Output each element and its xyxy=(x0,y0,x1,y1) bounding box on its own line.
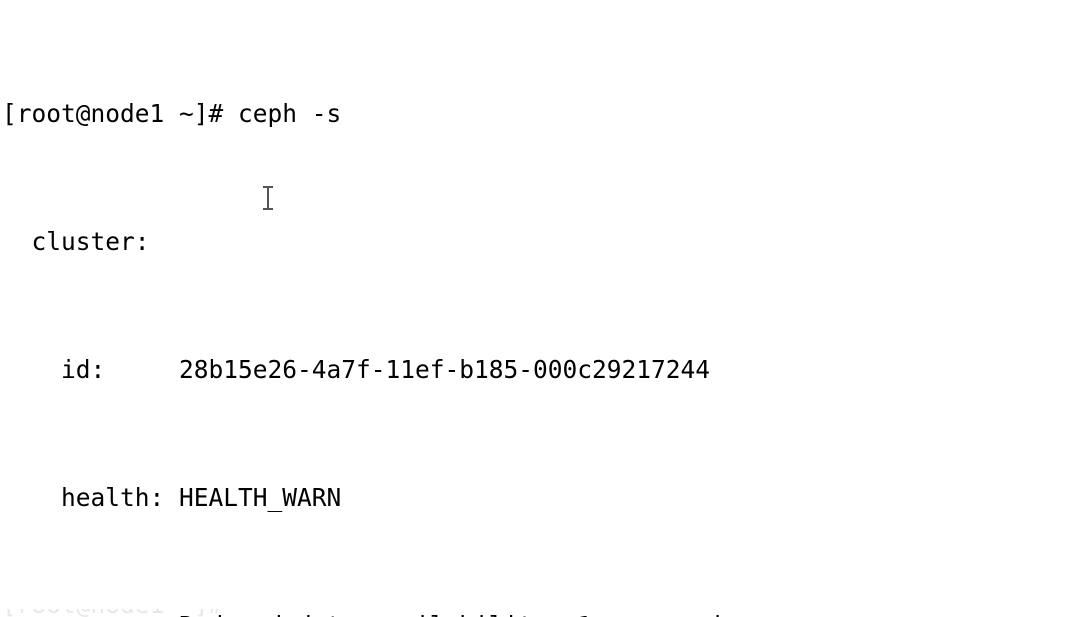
cluster-health-line: health: HEALTH_WARN xyxy=(2,483,342,512)
cluster-section-header: cluster: xyxy=(2,227,150,256)
terminal-screen[interactable]: [root@node1 ~]# ceph -s cluster: id: 28b… xyxy=(2,2,1088,617)
terminal-window[interactable]: [root@node1 ~]# ceph -s cluster: id: 28b… xyxy=(0,0,1088,617)
cluster-id-line: id: 28b15e26-4a7f-11ef-b185-000c29217244 xyxy=(2,355,711,384)
scrollback-clip-row: [root@node1 ~]# xyxy=(0,609,1088,617)
command-line: [root@node1 ~]# ceph -s xyxy=(2,99,342,128)
ghost-prompt-line: [root@node1 ~]# xyxy=(2,609,223,617)
